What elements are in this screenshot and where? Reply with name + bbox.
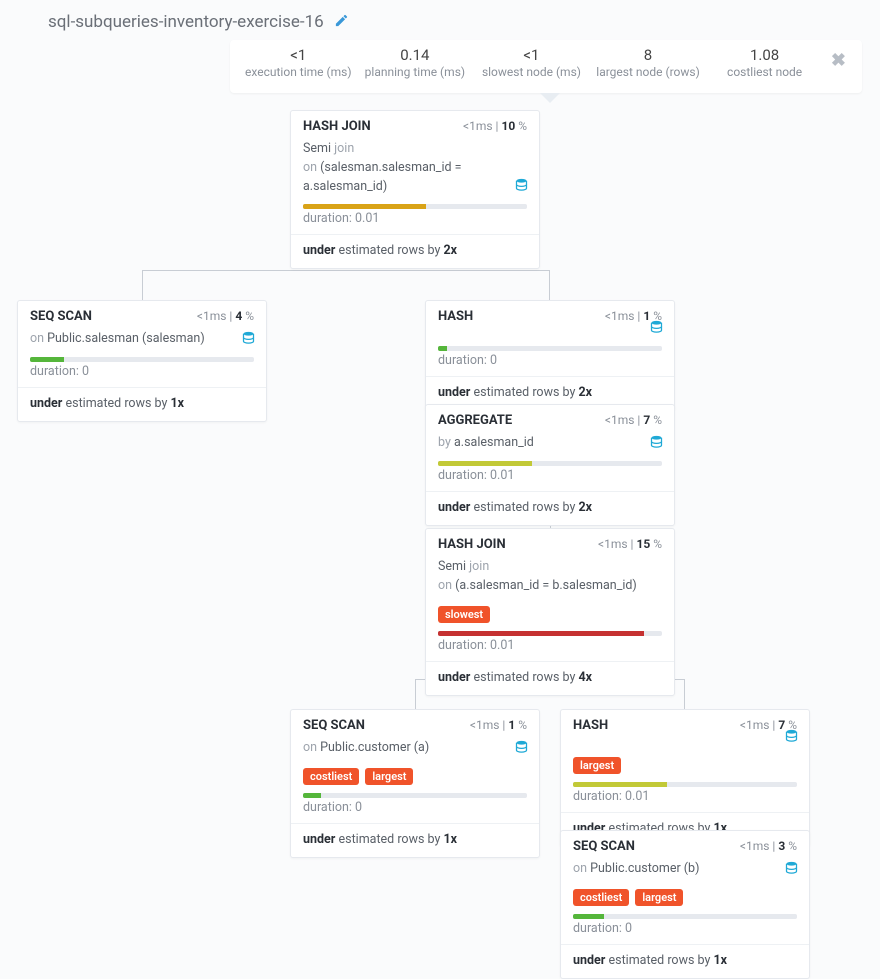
stat-slowest: <1 slowest node (ms) bbox=[473, 46, 590, 79]
duration-text: duration: 0 bbox=[291, 798, 539, 824]
node-detail: on Public.salesman (salesman) bbox=[18, 328, 266, 355]
node-title: SEQ SCAN bbox=[573, 839, 635, 854]
node-title: SEQ SCAN bbox=[30, 309, 92, 324]
node-meta: <1ms | 1 % bbox=[470, 718, 527, 733]
node-hash-2[interactable]: HASH <1ms | 7 % largest duration: 0.01 u… bbox=[560, 709, 810, 847]
stat-label: slowest node (ms) bbox=[473, 65, 590, 79]
duration-text: duration: 0 bbox=[18, 362, 266, 388]
node-detail: on Public.customer (a) bbox=[291, 737, 539, 764]
badge-largest: largest bbox=[573, 757, 621, 774]
node-meta: <1ms | 10 % bbox=[463, 119, 527, 134]
stat-exec-time: <1 execution time (ms) bbox=[240, 46, 357, 79]
page-title: sql-subqueries-inventory-exercise-16 bbox=[48, 12, 324, 32]
node-title: HASH JOIN bbox=[438, 537, 506, 552]
badge-row: costliest largest bbox=[561, 885, 809, 912]
badge-row: costliest largest bbox=[291, 764, 539, 791]
title-bar: sql-subqueries-inventory-exercise-16 bbox=[0, 0, 880, 40]
node-meta: <1ms | 4 % bbox=[197, 309, 254, 324]
node-meta: <1ms | 3 % bbox=[740, 839, 797, 854]
duration-text: duration: 0 bbox=[426, 351, 674, 377]
node-title: AGGREGATE bbox=[438, 413, 512, 428]
node-detail: Semi join on (salesman.salesman_id = a.s… bbox=[291, 138, 539, 202]
node-detail: Semi join on (a.salesman_id = b.salesman… bbox=[426, 556, 674, 602]
stat-value: 0.14 bbox=[357, 46, 474, 64]
node-detail: on Public.customer (b) bbox=[561, 858, 809, 885]
node-seq-scan-salesman[interactable]: SEQ SCAN <1ms | 4 % on Public.salesman (… bbox=[17, 300, 267, 422]
estimate-text: under estimated rows by 1x bbox=[18, 388, 266, 421]
disk-icon bbox=[784, 860, 799, 879]
stat-label: execution time (ms) bbox=[240, 65, 357, 79]
stat-costliest: 1.08 costliest node bbox=[706, 46, 823, 79]
node-title: HASH bbox=[573, 718, 608, 733]
disk-icon bbox=[784, 728, 799, 747]
node-title: HASH bbox=[438, 309, 473, 324]
estimate-text: under estimated rows by 4x bbox=[426, 662, 674, 695]
node-seq-scan-customer-b[interactable]: SEQ SCAN <1ms | 3 % on Public.customer (… bbox=[560, 830, 810, 979]
disk-icon bbox=[514, 177, 529, 196]
node-hash-join-inner[interactable]: HASH JOIN <1ms | 15 % Semi join on (a.sa… bbox=[425, 528, 675, 696]
plan-canvas: HASH JOIN <1ms | 10 % Semi join on (sale… bbox=[0, 100, 880, 941]
badge-slowest: slowest bbox=[438, 606, 490, 623]
connector bbox=[142, 270, 415, 300]
connector bbox=[415, 270, 550, 300]
disk-icon bbox=[241, 330, 256, 349]
close-icon[interactable]: ✖ bbox=[823, 46, 852, 79]
node-meta: <1ms | 7 % bbox=[605, 413, 662, 428]
stat-label: planning time (ms) bbox=[357, 65, 474, 79]
stat-largest: 8 largest node (rows) bbox=[590, 46, 707, 79]
estimate-text: under estimated rows by 2x bbox=[291, 235, 539, 268]
duration-text: duration: 0.01 bbox=[426, 636, 674, 662]
disk-icon bbox=[649, 434, 664, 453]
badge-row: largest bbox=[561, 753, 809, 780]
node-seq-scan-customer-a[interactable]: SEQ SCAN <1ms | 1 % on Public.customer (… bbox=[290, 709, 540, 858]
node-hash-join-root[interactable]: HASH JOIN <1ms | 10 % Semi join on (sale… bbox=[290, 110, 540, 269]
stats-bar: <1 execution time (ms) 0.14 planning tim… bbox=[230, 40, 862, 93]
stat-label: largest node (rows) bbox=[590, 65, 707, 79]
node-hash-1[interactable]: HASH <1ms | 1 % duration: 0 under estima… bbox=[425, 300, 675, 411]
estimate-text: under estimated rows by 1x bbox=[291, 824, 539, 857]
stat-label: costliest node bbox=[706, 65, 823, 79]
badge-largest: largest bbox=[635, 889, 683, 906]
disk-icon bbox=[649, 319, 664, 338]
duration-text: duration: 0.01 bbox=[426, 466, 674, 492]
stat-value: <1 bbox=[473, 46, 590, 64]
estimate-text: under estimated rows by 1x bbox=[561, 945, 809, 978]
node-aggregate[interactable]: AGGREGATE <1ms | 7 % by a.salesman_id du… bbox=[425, 404, 675, 526]
badge-costliest: costliest bbox=[303, 768, 359, 785]
disk-icon bbox=[514, 739, 529, 758]
node-title: HASH JOIN bbox=[303, 119, 371, 134]
stat-plan-time: 0.14 planning time (ms) bbox=[357, 46, 474, 79]
duration-text: duration: 0.01 bbox=[291, 209, 539, 235]
edit-icon[interactable] bbox=[334, 13, 349, 32]
node-meta: <1ms | 15 % bbox=[598, 537, 662, 552]
node-title: SEQ SCAN bbox=[303, 718, 365, 733]
stat-value: 1.08 bbox=[706, 46, 823, 64]
badge-row: slowest bbox=[426, 602, 674, 629]
badge-largest: largest bbox=[365, 768, 413, 785]
stat-value: 8 bbox=[590, 46, 707, 64]
node-detail: by a.salesman_id bbox=[426, 432, 674, 459]
badge-costliest: costliest bbox=[573, 889, 629, 906]
estimate-text: under estimated rows by 2x bbox=[426, 492, 674, 525]
stat-value: <1 bbox=[240, 46, 357, 64]
duration-text: duration: 0.01 bbox=[561, 787, 809, 813]
